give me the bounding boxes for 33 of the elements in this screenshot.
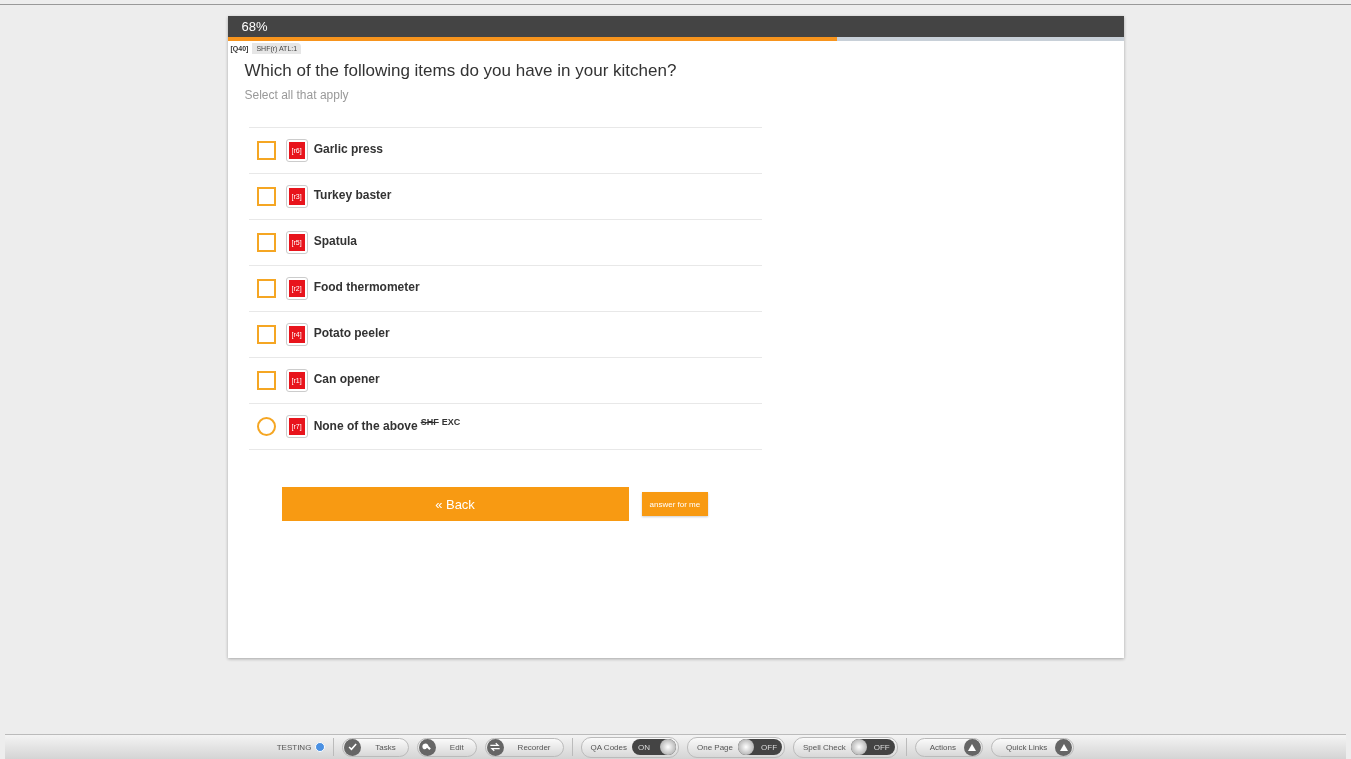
menu-button[interactable]: Actions <box>914 737 983 757</box>
checkbox[interactable] <box>256 187 276 206</box>
toolbar-button[interactable]: Recorder <box>484 737 564 757</box>
checkbox[interactable] <box>256 233 276 252</box>
toolbar-button[interactable]: Tasks <box>342 737 409 757</box>
status-label: TESTING <box>276 742 312 752</box>
checkbox[interactable] <box>256 371 276 390</box>
checkbox[interactable] <box>256 141 276 160</box>
checkbox[interactable] <box>256 279 276 298</box>
caret-up-icon <box>1055 738 1073 756</box>
toggle-label: Spell Check <box>803 742 846 752</box>
toggle-label: QA Codes <box>590 742 627 752</box>
option-label: Can opener <box>313 371 380 386</box>
radio-button[interactable] <box>256 417 276 436</box>
caret-up-icon <box>963 738 981 756</box>
status-dot <box>315 742 326 752</box>
toggle-switch[interactable]: OFF <box>850 739 895 755</box>
checkmark-icon <box>344 738 362 756</box>
option-label: Turkey baster <box>313 187 392 202</box>
option-label: Food thermometer <box>313 279 420 294</box>
toggle-label: One Page <box>697 742 733 752</box>
toolbar-button[interactable]: Edit <box>416 737 477 757</box>
option-label: Spatula <box>313 233 357 248</box>
progress-label: 68% <box>227 16 1124 37</box>
toggle-switch[interactable]: ON <box>632 739 676 755</box>
question-instruction: Select all that apply <box>243 88 350 102</box>
menu-button[interactable]: Quick Links <box>990 737 1075 757</box>
arrows-icon <box>486 738 504 756</box>
option-label: Garlic press <box>313 141 383 156</box>
option-label: Potato peeler <box>313 325 390 340</box>
checkbox[interactable] <box>256 325 276 344</box>
toggle-switch[interactable]: OFF <box>738 739 782 755</box>
question-title: Which of the following items do you have in your kitchen? <box>243 61 678 81</box>
